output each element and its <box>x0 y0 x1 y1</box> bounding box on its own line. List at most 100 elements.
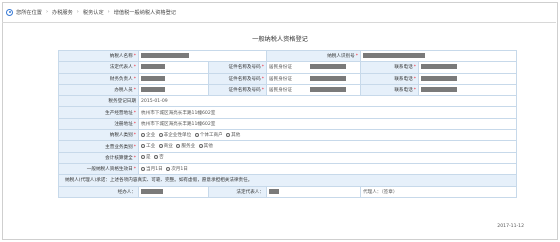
phone-label: 联系电话* <box>360 61 419 74</box>
business-options: 工业 商业 服务业 其他 <box>138 140 517 153</box>
business-option-industry[interactable]: 工业 <box>141 143 155 149</box>
row-declaration: 纳税人(代理人)承诺：上述各项内容真实、可靠、完整。如有虚假，愿意承担相关法律责… <box>58 174 517 187</box>
registration-form: 纳税人名称* 纳税人识别号* 法定代表人* 证件名称及号码* 居民身份证 联系电… <box>58 49 517 198</box>
reg-address-field[interactable]: 杭州市下城区海亮长丰路11幢602室 <box>138 117 517 131</box>
taxpayer-id-label: 纳税人识别号* <box>266 49 361 63</box>
reg-date-label: 税务登记日期 <box>58 95 139 108</box>
phone-label: 联系电话* <box>360 83 419 97</box>
row-business-type: 主营业务类别* 工业 商业 服务业 其他 <box>58 140 517 153</box>
category-option-other[interactable]: 其他 <box>226 132 240 138</box>
legal-rep-label: 法定代表人* <box>58 61 139 74</box>
form-date: 2017-11-12 <box>497 224 524 229</box>
biz-address-field[interactable]: 杭州市下城区海亮长丰路11幢602室 <box>138 106 517 119</box>
row-taxpayer-category: 纳税人类别* 企业 非企业性单位 个体工商户 其他 <box>58 129 517 142</box>
row-effective-date: 一般纳税人资格生效日* 当月1日 次月1日 <box>58 162 517 176</box>
finance-head-field[interactable] <box>138 72 209 85</box>
reg-address-label: 注册地址* <box>58 117 139 131</box>
declaration-text: 纳税人(代理人)承诺：上述各项内容真实、可靠、完整。如有虚假，愿意承担相关法律责… <box>58 174 517 187</box>
phone-field[interactable] <box>418 72 517 85</box>
row-taxpayer-name: 纳税人名称* 纳税人识别号* <box>58 49 517 63</box>
agent-label: 经办人： <box>58 185 139 198</box>
reg-date-value: 2015-01-09 <box>138 95 517 108</box>
id-type-field[interactable]: 居民身份证 <box>266 72 361 85</box>
business-option-commerce[interactable]: 商业 <box>158 143 173 149</box>
taxpayer-name-field[interactable] <box>138 49 267 63</box>
redacted-value <box>309 75 346 81</box>
id-type-label: 证件名称及号码* <box>208 83 267 97</box>
effective-option-next-month[interactable]: 次月1日 <box>166 166 188 172</box>
accounting-label: 会计核算健全* <box>58 151 139 164</box>
category-label: 纳税人类别* <box>58 129 139 142</box>
effective-label: 一般纳税人资格生效日* <box>58 162 139 176</box>
category-options: 企业 非企业性单位 个体工商户 其他 <box>138 129 517 142</box>
radio-icon <box>158 144 163 149</box>
redacted-value <box>309 64 346 70</box>
radio-icon <box>141 132 145 137</box>
id-type-label: 证件名称及号码* <box>208 61 267 74</box>
redacted-value <box>309 87 346 93</box>
handler-label: 办税人员* <box>58 83 139 97</box>
id-type-field[interactable]: 居民身份证 <box>266 61 361 74</box>
legal-sign-field[interactable] <box>266 185 361 198</box>
taxpayer-name-label: 纳税人名称* <box>58 49 139 63</box>
row-finance-head: 财务负责人* 证件名称及号码* 居民身份证 联系电话* <box>58 72 517 85</box>
redacted-value <box>269 188 279 194</box>
redacted-value <box>141 75 165 81</box>
breadcrumb-prefix: 您所在位置 <box>16 9 42 16</box>
breadcrumb-link-tax-service[interactable]: 办税服务 <box>52 9 73 16</box>
breadcrumb: 您所在位置 › 办税服务 › 税务认定 › 增值税一般纳税人资格登记 <box>6 7 176 17</box>
accounting-option-no[interactable]: 否 <box>154 154 164 160</box>
row-biz-address: 生产经营地址* 杭州市下城区海亮长丰路11幢602室 <box>58 106 517 119</box>
breadcrumb-separator-icon: › <box>45 9 49 15</box>
business-option-service[interactable]: 服务业 <box>176 143 195 149</box>
row-reg-address: 注册地址* 杭州市下城区海亮长丰路11幢602室 <box>58 117 517 131</box>
id-type-field[interactable]: 居民身份证 <box>266 83 361 97</box>
radio-icon <box>158 132 163 137</box>
legal-sign-label: 法定代表人： <box>208 185 267 198</box>
form-title: 一般纳税人资格登记 <box>252 36 308 43</box>
accounting-options: 是 否 <box>138 151 517 164</box>
radio-icon <box>226 132 231 137</box>
breadcrumb-separator-icon: › <box>107 9 110 15</box>
radio-icon <box>198 144 203 149</box>
row-accounting: 会计核算健全* 是 否 <box>58 151 517 164</box>
radio-icon <box>141 144 145 149</box>
radio-icon <box>141 155 145 160</box>
breadcrumb-link-tax-recognition[interactable]: 税务认定 <box>83 9 104 16</box>
category-option-enterprise[interactable]: 企业 <box>141 132 155 138</box>
radio-icon <box>176 144 181 149</box>
taxpayer-id-field[interactable] <box>360 49 517 63</box>
proxy-label: 代理人：（签章） <box>360 185 517 198</box>
redacted-value <box>363 53 425 59</box>
handler-field[interactable] <box>138 83 209 97</box>
biz-address-label: 生产经营地址* <box>58 106 139 119</box>
category-option-individual[interactable]: 个体工商户 <box>194 132 223 138</box>
row-signatures: 经办人： 法定代表人： 代理人：（签章） <box>58 185 517 198</box>
redacted-value <box>421 87 457 93</box>
phone-field[interactable] <box>418 61 517 74</box>
redacted-value <box>141 188 163 194</box>
radio-icon <box>166 166 171 171</box>
breadcrumb-separator-icon: › <box>76 9 79 15</box>
radio-icon <box>194 132 199 137</box>
location-pin-icon <box>6 8 13 16</box>
legal-rep-field[interactable] <box>138 61 209 74</box>
phone-label: 联系电话* <box>360 72 419 85</box>
effective-option-this-month[interactable]: 当月1日 <box>141 166 163 172</box>
redacted-value <box>141 53 189 59</box>
redacted-value <box>421 75 457 81</box>
business-label: 主营业务类别* <box>58 140 139 153</box>
radio-icon <box>141 166 145 171</box>
radio-icon <box>154 155 159 160</box>
row-legal-rep: 法定代表人* 证件名称及号码* 居民身份证 联系电话* <box>58 61 517 74</box>
redacted-value <box>421 64 457 70</box>
breadcrumb-current: 增值税一般纳税人资格登记 <box>113 9 176 16</box>
business-option-other[interactable]: 其他 <box>198 143 213 149</box>
redacted-value <box>141 87 165 93</box>
finance-head-label: 财务负责人* <box>58 72 139 85</box>
phone-field[interactable] <box>418 83 517 97</box>
category-option-non-enterprise[interactable]: 非企业性单位 <box>158 132 191 138</box>
accounting-option-yes[interactable]: 是 <box>141 154 151 160</box>
id-type-label: 证件名称及号码* <box>208 72 267 85</box>
agent-field[interactable] <box>138 185 209 198</box>
